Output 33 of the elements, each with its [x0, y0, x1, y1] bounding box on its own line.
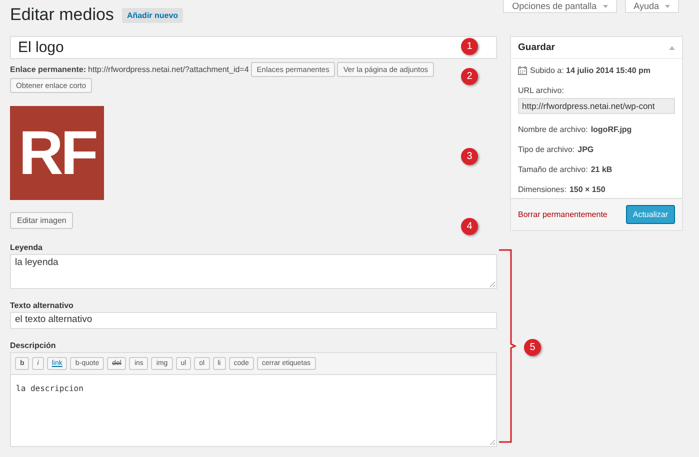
number-marker: 5 [524, 339, 541, 356]
add-new-link[interactable]: Añadir nuevo [122, 8, 184, 22]
file-detail: Tipo de archivo: JPG [518, 145, 595, 154]
number-marker: 3 [461, 148, 478, 165]
file-detail: Tamaño de archivo: 21 kB [518, 165, 614, 174]
file-detail: Dimensiones: 150 × 150 [518, 185, 606, 194]
resize-grip-icon[interactable] [490, 282, 495, 287]
uploaded-text: Subido a: 14 julio 2014 15:40 pm [530, 66, 651, 75]
permalink-label: Enlace permanente: [10, 65, 86, 74]
number-marker: 2 [461, 68, 478, 85]
panel-title: Guardar [518, 42, 555, 53]
caption-field[interactable]: la leyenda [10, 254, 497, 289]
url-label: URL archivo: [518, 86, 565, 95]
toggle-icon[interactable] [669, 46, 675, 50]
number-marker: 4 [461, 218, 478, 235]
screen-tab[interactable]: Ayuda [624, 0, 679, 13]
resize-grip-icon[interactable] [490, 440, 495, 445]
permalink-url: http://rfwordpress.netai.net/?attachment_id=4 [88, 65, 249, 74]
caret-icon [602, 4, 608, 8]
field-label: Texto alternativo [10, 301, 74, 310]
calendar-icon [518, 66, 527, 75]
field-label: Leyenda [10, 243, 44, 252]
page-title: Editar medios [10, 5, 114, 25]
alt-text-field[interactable]: el texto alternativo [10, 312, 497, 329]
delete-link[interactable]: Borrar permanentemente [518, 210, 608, 219]
edit-image-button[interactable]: Editar imagen [10, 212, 74, 229]
field-label: Descripción [10, 341, 57, 350]
url-field[interactable]: http://rfwordpress.netai.net/wp-cont [518, 98, 675, 114]
file-detail: Nombre de archivo: logoRF.jpg [518, 125, 633, 134]
caret-icon [665, 4, 670, 8]
screen-tab[interactable]: Opciones de pantalla [503, 0, 617, 13]
description-field[interactable]: la descripcion [11, 375, 496, 446]
logo-image: RF [10, 106, 104, 200]
